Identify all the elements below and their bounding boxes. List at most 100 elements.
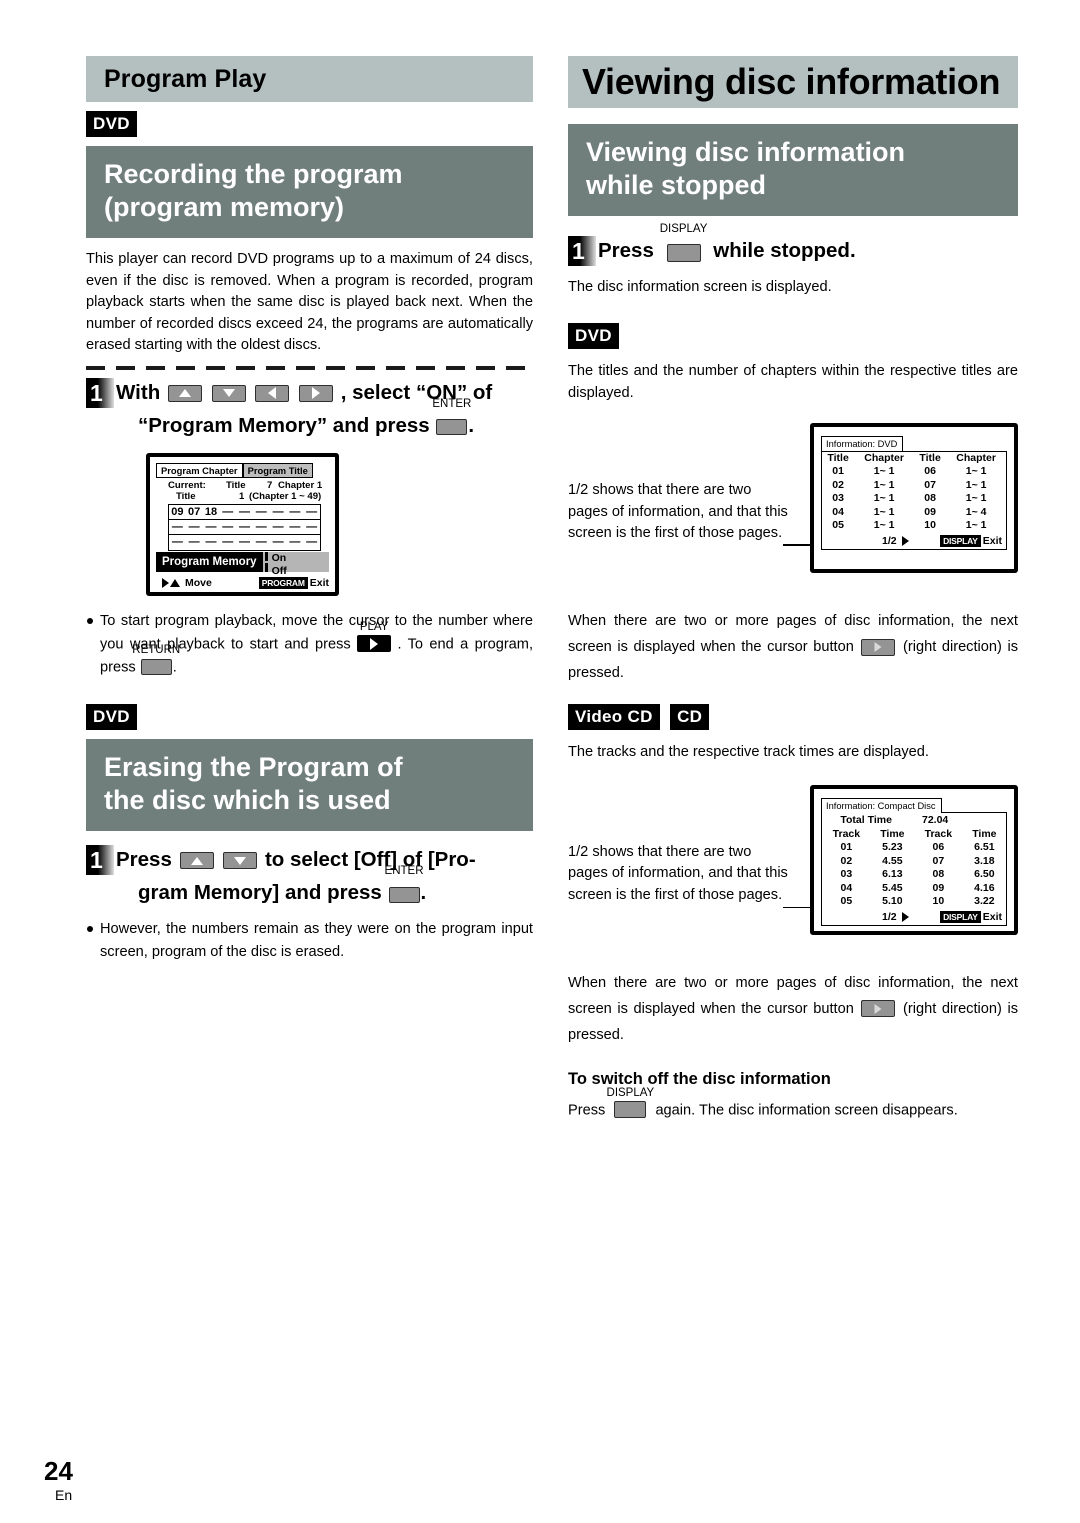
display-key-wrap-2[interactable]: DISPLAY bbox=[607, 1087, 654, 1122]
prog-cell[interactable]: 18 bbox=[203, 505, 220, 519]
step2-label-gram-memory: gram Memory] and press bbox=[138, 881, 382, 905]
disc-chip-row-2: DVD bbox=[86, 704, 533, 731]
next-page-arrow-icon[interactable] bbox=[901, 911, 909, 922]
subhead-recording-program: Recording the program (program memory) bbox=[86, 146, 533, 238]
cursor-right-icon[interactable] bbox=[299, 384, 334, 402]
cell: 1~ 1 bbox=[873, 505, 895, 518]
cell: 1~ 1 bbox=[965, 492, 987, 505]
prog-cell[interactable]: — bbox=[253, 520, 270, 534]
prog-cell[interactable]: — bbox=[186, 520, 203, 534]
prog-cell[interactable]: — bbox=[303, 535, 320, 550]
cell: 08 bbox=[924, 492, 936, 505]
prog-cell[interactable]: — bbox=[186, 535, 203, 550]
prog-cell[interactable]: — bbox=[219, 520, 236, 534]
cell: 10 bbox=[924, 519, 936, 532]
cell: 1~ 1 bbox=[873, 519, 895, 532]
step1-period: . bbox=[468, 413, 475, 437]
prog-cell[interactable]: — bbox=[270, 535, 287, 550]
cursor-left-icon[interactable] bbox=[255, 384, 290, 402]
step-1-press-display: 1 Press DISPLAY while stopped. bbox=[568, 223, 1018, 268]
cd-info-header: Information: Compact Disc bbox=[821, 797, 942, 813]
play-key-icon[interactable] bbox=[357, 635, 392, 653]
step1-line-2: “Program Memory” and press ENTER . bbox=[116, 398, 533, 443]
cell: 1~ 1 bbox=[965, 465, 987, 478]
cursor-up-icon[interactable] bbox=[167, 384, 202, 402]
section-title-text: Program Play bbox=[104, 64, 267, 93]
display-key-wrap[interactable]: DISPLAY bbox=[660, 223, 707, 268]
prog-cell[interactable]: — bbox=[236, 535, 253, 550]
subhead-viewing-while-stopped: Viewing disc information while stopped bbox=[568, 124, 1018, 216]
prog-cell[interactable]: — bbox=[303, 505, 320, 519]
return-key-wrap[interactable]: RETURN bbox=[132, 644, 180, 679]
prog-cell[interactable]: — bbox=[286, 535, 303, 550]
program-memory-label: Program Memory bbox=[156, 551, 263, 572]
prog-cell[interactable]: — bbox=[286, 520, 303, 534]
cell: 6.13 bbox=[882, 868, 903, 881]
step-number-badge: 1 bbox=[86, 845, 114, 876]
prog-cell[interactable]: 07 bbox=[186, 505, 203, 519]
step-1-text: Press DISPLAY while stopped. bbox=[596, 223, 1018, 268]
enter-key-wrap-2[interactable]: ENTER bbox=[385, 865, 424, 910]
subhead-line-1: Recording the program bbox=[104, 159, 403, 189]
return-key-icon[interactable] bbox=[140, 659, 172, 676]
enter-key-icon[interactable] bbox=[388, 886, 420, 903]
section-title-program-play: Program Play bbox=[86, 56, 533, 102]
cursor-right-icon[interactable] bbox=[861, 1000, 896, 1018]
prog-cell[interactable]: — bbox=[236, 520, 253, 534]
table-row: 04 1~ 1 09 1~ 4 bbox=[822, 506, 1006, 520]
cursor-down-icon[interactable] bbox=[211, 384, 246, 402]
prog-cell[interactable]: 09 bbox=[169, 505, 186, 519]
return-key-label: RETURN bbox=[132, 643, 181, 656]
prog-cell[interactable]: — bbox=[253, 505, 270, 519]
leader-note-cd: 1/2 shows that there are two pages of in… bbox=[568, 843, 788, 903]
prog-cell[interactable]: — bbox=[253, 535, 270, 550]
prog-cell[interactable]: — bbox=[270, 520, 287, 534]
cell: 4.55 bbox=[882, 854, 903, 867]
dvd-info-block: 1/2 shows that there are two pages of in… bbox=[568, 418, 1018, 606]
tab-program-chapter[interactable]: Program Chapter bbox=[156, 462, 243, 478]
display-key-icon[interactable] bbox=[666, 243, 701, 262]
osd-current-info: Current: Title 7 Chapter 1 Title 1 (Chap… bbox=[156, 478, 329, 504]
prog-cell[interactable]: — bbox=[270, 505, 287, 519]
next-page-arrow-icon[interactable] bbox=[901, 535, 909, 546]
program-row[interactable]: 09 07 18 — — — — — — bbox=[169, 505, 320, 520]
prog-cell[interactable]: — bbox=[219, 535, 236, 550]
option-off[interactable]: Off bbox=[263, 562, 329, 576]
prog-cell[interactable]: — bbox=[303, 520, 320, 534]
table-row: 03 6.13 08 6.50 bbox=[822, 868, 1006, 882]
program-row[interactable]: — — — — — — — — — bbox=[169, 535, 320, 550]
prog-cell[interactable]: — bbox=[169, 535, 186, 550]
prog-cell[interactable]: — bbox=[236, 505, 253, 519]
prog-cell[interactable]: — bbox=[286, 505, 303, 519]
dvd-info-table: Title Chapter Title Chapter 01 1~ 1 06 1… bbox=[822, 452, 1006, 533]
enter-key-wrap-1[interactable]: ENTER bbox=[432, 398, 471, 443]
program-row[interactable]: — — — — — — — — — bbox=[169, 520, 320, 535]
cell: 1~ 1 bbox=[873, 492, 895, 505]
cursor-right-icon[interactable] bbox=[861, 638, 896, 656]
prog-cell[interactable]: — bbox=[169, 520, 186, 534]
prog-cell[interactable]: — bbox=[203, 520, 220, 534]
step1-label-with: With bbox=[116, 380, 161, 404]
cell: 08 bbox=[932, 868, 945, 881]
col-chapter-2: Chapter bbox=[956, 451, 996, 464]
tab-program-title[interactable]: Program Title bbox=[242, 462, 313, 478]
bullet-numbers-remain: However, the numbers remain as they were… bbox=[86, 918, 533, 964]
play-key-wrap[interactable]: PLAY bbox=[357, 621, 392, 656]
table-row: 02 4.55 07 3.18 bbox=[822, 855, 1006, 869]
enter-key-icon[interactable] bbox=[436, 419, 468, 436]
prog-cell[interactable]: — bbox=[203, 535, 220, 550]
prog-cell[interactable]: — bbox=[219, 505, 236, 519]
disc-chip-row-1: DVD bbox=[86, 111, 533, 137]
cell: 03 bbox=[840, 868, 853, 881]
display-key-icon[interactable] bbox=[614, 1101, 647, 1119]
cell: 02 bbox=[832, 478, 844, 491]
step1-label-program-memory: “Program Memory” and press bbox=[138, 413, 430, 437]
cell: 04 bbox=[832, 505, 844, 518]
osd-tab-row: Program Chapter Program Title bbox=[156, 462, 329, 478]
cell: 5.10 bbox=[882, 895, 903, 908]
cursor-up-icon[interactable] bbox=[179, 852, 214, 870]
dashed-separator-1 bbox=[86, 365, 533, 370]
cursor-down-icon[interactable] bbox=[223, 852, 258, 870]
dvd-info-header: Information: DVD bbox=[821, 436, 904, 452]
option-on[interactable]: On bbox=[263, 551, 329, 563]
